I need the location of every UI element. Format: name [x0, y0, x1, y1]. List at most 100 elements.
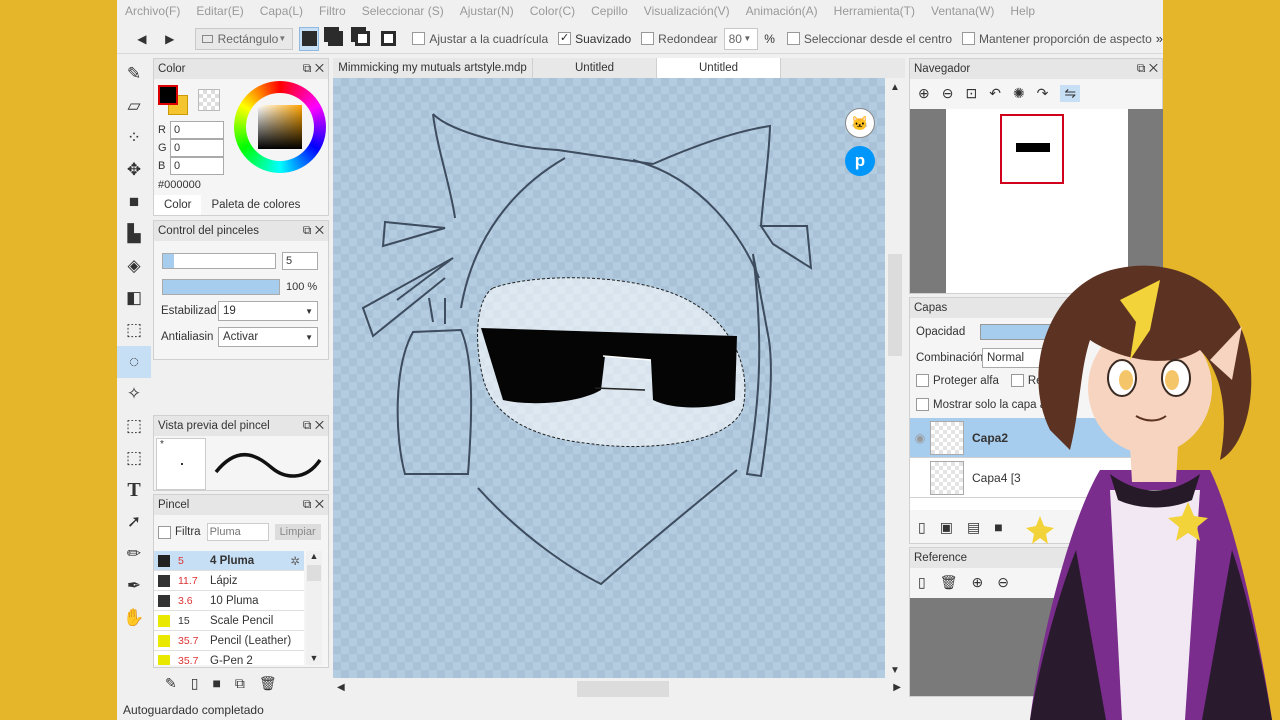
- keep-ratio-checkbox[interactable]: [962, 32, 975, 45]
- filter-input[interactable]: [206, 523, 269, 541]
- close-icon[interactable]: ✕: [315, 418, 324, 432]
- menu-edit[interactable]: Editar(E): [196, 4, 243, 18]
- tab-palette[interactable]: Paleta de colores: [201, 199, 310, 211]
- snap-grid-checkbox[interactable]: [412, 32, 426, 45]
- stabilizer-select[interactable]: 19: [218, 301, 318, 321]
- round-value-select[interactable]: 80 ▼: [723, 27, 759, 50]
- text-tool-icon[interactable]: T: [117, 474, 151, 506]
- brush-list-scrollbar[interactable]: ▲ ▼: [306, 551, 322, 665]
- gradient-fill-tool-icon[interactable]: ▙: [117, 218, 151, 250]
- saturation-square[interactable]: [258, 105, 302, 149]
- more-options-button[interactable]: »: [1156, 31, 1163, 46]
- fill-shape-button[interactable]: [299, 26, 320, 51]
- trash-icon[interactable]: 🗑: [259, 675, 277, 692]
- operation-tool-icon[interactable]: ➚: [117, 506, 151, 538]
- scroll-up-icon[interactable]: ▲: [306, 551, 322, 561]
- brush-item[interactable]: 35.7 Pencil (Leather): [154, 631, 304, 651]
- zoom-in-icon[interactable]: ⊕: [918, 85, 930, 102]
- pixiv-icon[interactable]: p: [845, 146, 875, 176]
- round-checkbox[interactable]: [641, 32, 655, 45]
- flip-icon[interactable]: ⇋: [1060, 84, 1081, 102]
- lasso-tool-icon[interactable]: ◌: [117, 346, 151, 378]
- snap-grid-option[interactable]: Ajustar a la cuadrícula: [412, 32, 548, 46]
- scroll-down-icon[interactable]: ▼: [885, 665, 905, 676]
- add-brush-icon[interactable]: ✎: [165, 675, 177, 692]
- prev-icon[interactable]: ◀: [133, 28, 151, 50]
- eyedropper-tool-icon[interactable]: ✒: [117, 570, 151, 602]
- duplicate-icon[interactable]: ⧉: [235, 675, 245, 692]
- gradient-tool-icon[interactable]: ◧: [117, 282, 151, 314]
- close-icon[interactable]: ✕: [315, 223, 324, 237]
- tab-document-2[interactable]: Untitled: [533, 58, 657, 78]
- scroll-left-icon[interactable]: ◀: [337, 682, 345, 693]
- float-icon[interactable]: ⧉: [1137, 61, 1146, 75]
- opacity-slider[interactable]: [162, 279, 280, 295]
- foreground-color-swatch[interactable]: [158, 85, 178, 105]
- select-eraser-tool-icon[interactable]: ⬚: [117, 442, 151, 474]
- divide-tool-icon[interactable]: ✏: [117, 538, 151, 570]
- folder-icon[interactable]: ■: [212, 675, 220, 691]
- smoothing-option[interactable]: Suavizado: [558, 32, 631, 46]
- menu-layer[interactable]: Capa(L): [260, 4, 303, 18]
- keep-ratio-option[interactable]: Mantener proporción de aspecto: [962, 32, 1152, 46]
- brush-item[interactable]: 5 4 Pluma ✲: [154, 551, 304, 571]
- scroll-down-icon[interactable]: ▼: [306, 653, 322, 663]
- tab-document-3[interactable]: Untitled: [657, 58, 781, 78]
- float-icon[interactable]: ⧉: [303, 223, 312, 237]
- drawing-canvas[interactable]: 🐱 p: [333, 78, 885, 678]
- menu-select[interactable]: Seleccionar (S): [362, 4, 444, 18]
- select-rect-tool-icon[interactable]: ⬚: [117, 314, 151, 346]
- brush-item[interactable]: 3.6 10 Pluma: [154, 591, 304, 611]
- close-icon[interactable]: ✕: [315, 497, 324, 511]
- visibility-icon[interactable]: ◉: [910, 431, 930, 445]
- size-input[interactable]: 5: [282, 252, 318, 270]
- scroll-thumb[interactable]: [307, 565, 321, 581]
- canvas-vertical-scrollbar[interactable]: ▲ ▼: [885, 78, 905, 678]
- antialias-select[interactable]: Activar: [218, 327, 318, 347]
- brush-item[interactable]: 11.7 Lápiz: [154, 571, 304, 591]
- r-input[interactable]: 0: [170, 121, 224, 139]
- reset-rotation-icon[interactable]: ✺: [1013, 85, 1025, 102]
- float-icon[interactable]: ⧉: [303, 61, 312, 75]
- menu-window[interactable]: Ventana(W): [931, 4, 994, 18]
- scroll-thumb[interactable]: [577, 681, 669, 697]
- new-layer-1bit-icon[interactable]: ▣: [940, 519, 953, 536]
- filter-checkbox[interactable]: [158, 525, 171, 539]
- menu-color[interactable]: Color(C): [530, 4, 575, 18]
- subtract-shape-button[interactable]: [353, 27, 372, 51]
- protect-alpha-checkbox[interactable]: [916, 374, 929, 387]
- size-slider[interactable]: [162, 253, 276, 269]
- rotate-right-icon[interactable]: ↷: [1037, 85, 1049, 102]
- g-input[interactable]: 0: [170, 139, 224, 157]
- new-file-icon[interactable]: ▯: [191, 675, 199, 692]
- color-wheel[interactable]: [234, 81, 326, 173]
- zoom-out-icon[interactable]: ⊖: [942, 85, 954, 102]
- tab-color[interactable]: Color: [154, 195, 202, 215]
- menu-help[interactable]: Help: [1010, 4, 1035, 18]
- menu-view[interactable]: Visualización(V): [644, 4, 730, 18]
- fill-rect-tool-icon[interactable]: ■: [117, 186, 151, 218]
- menu-filter[interactable]: Filtro: [319, 4, 346, 18]
- brush-item[interactable]: 15 Scale Pencil: [154, 611, 304, 631]
- eraser-tool-icon[interactable]: ▱: [117, 90, 151, 122]
- close-icon[interactable]: ✕: [1149, 61, 1158, 75]
- new-file-icon[interactable]: ▯: [918, 574, 926, 591]
- float-icon[interactable]: ⧉: [303, 418, 312, 432]
- round-option[interactable]: Redondear: [641, 32, 718, 46]
- zoom-out-icon[interactable]: ⊖: [997, 574, 1009, 591]
- gear-icon[interactable]: ✲: [290, 554, 300, 568]
- intersect-shape-button[interactable]: [379, 27, 398, 51]
- brush-tool-icon[interactable]: ✎: [117, 58, 151, 90]
- select-center-checkbox[interactable]: [786, 32, 800, 45]
- new-layer-icon[interactable]: ▯: [918, 519, 926, 536]
- next-icon[interactable]: ▶: [161, 28, 179, 50]
- move-tool-icon[interactable]: ✥: [117, 154, 151, 186]
- trash-icon[interactable]: 🗑: [940, 574, 958, 591]
- add-shape-button[interactable]: [326, 27, 345, 51]
- brush-item[interactable]: 35.7 G-Pen 2: [154, 651, 304, 665]
- avatar[interactable]: 🐱: [845, 108, 875, 138]
- menu-brush[interactable]: Cepillo: [591, 4, 628, 18]
- smoothing-checkbox[interactable]: [558, 32, 572, 45]
- tab-document-1[interactable]: Mimmicking my mutuals artstyle.mdp: [333, 58, 533, 78]
- hand-tool-icon[interactable]: ✋: [117, 602, 151, 634]
